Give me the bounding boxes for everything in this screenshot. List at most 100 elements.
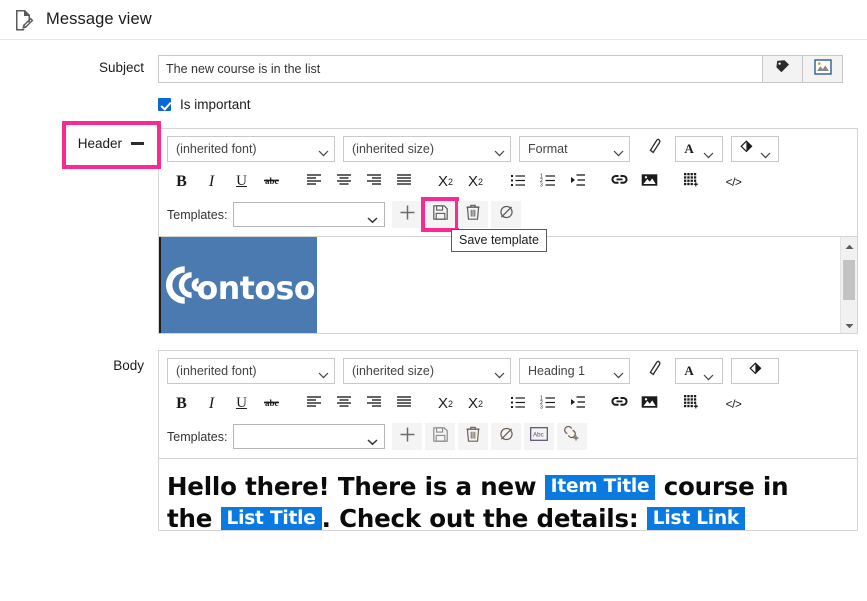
body-text-color-button[interactable]: A [675,358,723,384]
body-insert-text-token-button[interactable]: Abc [524,423,555,450]
body-templates-row: Templates: Abc [159,421,857,459]
align-justify-button[interactable] [389,391,418,416]
header-format-select[interactable]: Format [519,136,630,162]
body-label-cell: Body [0,350,158,459]
header-editable-region[interactable] [317,237,840,333]
scroll-thumb[interactable] [843,260,855,300]
header-fill-color-button[interactable] [731,136,779,162]
strikethrough-button[interactable]: abc [257,169,286,194]
body-delete-template-button[interactable] [458,423,489,450]
header-templates-row: Templates: Save template [159,197,857,252]
underline-button[interactable]: U [227,169,256,194]
bold-button[interactable]: B [167,169,196,194]
align-center-button[interactable] [329,391,358,416]
header-section: Header (inherited font) (inherited size)… [0,121,867,334]
header-font-value: (inherited font) [176,142,257,156]
italic-button[interactable]: I [197,169,226,194]
superscript-button[interactable]: X2 [461,391,490,416]
header-text-color-button[interactable]: A [675,136,723,162]
italic-button[interactable]: I [197,391,226,416]
body-insert-link-token-button[interactable] [557,423,588,450]
header-templates-select[interactable] [233,202,386,227]
numbered-list-button[interactable]: 123 [533,391,562,416]
svg-text:3: 3 [540,404,543,408]
align-justify-icon [396,395,412,413]
align-left-icon [306,395,322,413]
code-icon: </> [725,396,742,411]
body-font-select[interactable]: (inherited font) [167,358,335,384]
token-list-link[interactable]: List Link [646,507,746,530]
header-scrollbar[interactable] [840,237,857,333]
is-important-checkbox[interactable] [158,98,171,111]
header-size-select[interactable]: (inherited size) [343,136,511,162]
subject-input[interactable] [158,55,763,83]
token-item-title[interactable]: Item Title [544,475,656,500]
header-font-select[interactable]: (inherited font) [167,136,335,162]
subscript-button[interactable]: X2 [431,169,460,194]
chevron-down-icon [613,368,624,378]
align-left-button[interactable] [299,391,328,416]
body-size-select[interactable]: (inherited size) [343,358,511,384]
body-text-4: . Check out the details: [321,504,639,531]
scroll-up-button[interactable] [841,237,858,254]
insert-image-button[interactable] [635,391,664,416]
indent-button[interactable] [563,169,592,194]
superscript-button[interactable]: X2 [461,169,490,194]
body-save-template-button[interactable] [425,423,456,450]
align-center-button[interactable] [329,169,358,194]
svg-text:ontoso: ontoso [197,271,316,307]
header-label-cell: Header [0,121,161,334]
insert-image-button[interactable] [635,169,664,194]
caret-down-icon [845,316,854,334]
underline-button[interactable]: U [227,391,256,416]
body-fill-color-button[interactable] [731,358,779,384]
body-highlighter-button[interactable] [642,358,668,384]
strikethrough-button[interactable]: abc [257,391,286,416]
svg-text:Abc: Abc [533,432,544,439]
bulleted-list-button[interactable] [503,391,532,416]
header-add-template-button[interactable] [392,201,423,228]
insert-link-button[interactable] [605,391,634,416]
body-text-2: course in [663,472,789,501]
align-right-icon [366,173,382,191]
bold-button[interactable]: B [167,391,196,416]
source-code-button[interactable]: </> [719,169,748,194]
paint-bucket-icon [748,361,763,381]
header-toolbar-row2: B I U abc [159,168,857,199]
strikethrough-icon: abc [263,173,280,191]
body-add-template-button[interactable] [392,423,423,450]
header-highlighter-button[interactable] [642,136,668,162]
token-list-title[interactable]: List Title [220,507,322,530]
header-clear-formatting-button[interactable] [491,201,522,228]
align-right-button[interactable] [359,169,388,194]
link-icon [611,395,628,412]
insert-table-button[interactable] [677,391,706,416]
indent-button[interactable] [563,391,592,416]
numbered-list-button[interactable]: 123 [533,169,562,194]
insert-link-button[interactable] [605,169,634,194]
body-content-row: Hello there! There is a new Item Title c… [0,459,867,531]
source-code-button[interactable]: </> [719,391,748,416]
chevron-down-icon [318,368,329,378]
minus-icon[interactable] [131,142,144,145]
insert-token-button[interactable] [763,55,803,83]
bulleted-list-button[interactable] [503,169,532,194]
align-right-button[interactable] [359,391,388,416]
body-font-value: (inherited font) [176,364,257,378]
header-delete-template-button[interactable] [458,201,489,228]
insert-table-button[interactable] [677,169,706,194]
body-clear-formatting-button[interactable] [491,423,522,450]
is-important-control[interactable]: Is important [158,97,251,112]
body-format-select[interactable]: Heading 1 [519,358,630,384]
header-save-template-button[interactable] [421,197,460,232]
align-justify-button[interactable] [389,169,418,194]
scroll-down-button[interactable] [841,316,858,333]
strikethrough-icon: abc [263,395,280,413]
chevron-down-icon [367,433,378,446]
subscript-button[interactable]: X2 [431,391,460,416]
insert-placeholder-button[interactable] [803,55,843,83]
body-templates-select[interactable] [233,424,386,449]
body-content-area[interactable]: Hello there! There is a new Item Title c… [158,459,858,531]
link-plus-icon [563,425,581,447]
align-left-button[interactable] [299,169,328,194]
